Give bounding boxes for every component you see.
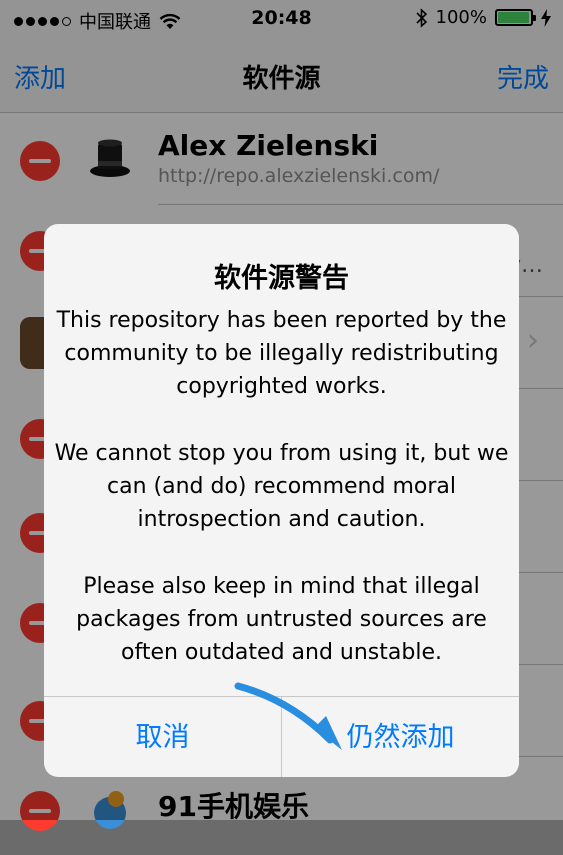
alert-message: This repository has been reported by the…: [54, 304, 509, 703]
alert-paragraph: This repository has been reported by the…: [56, 308, 507, 399]
annotation-arrow: [234, 682, 342, 750]
screen: 中国联通 20:48 100% 添加 软件源 完成 Alex Zielenski…: [0, 0, 563, 831]
alert-title: 软件源警告: [214, 263, 349, 294]
alert-paragraph: We cannot stop you from using it, but we…: [54, 441, 509, 532]
alert-paragraph: Please also keep in mind that illegal pa…: [76, 574, 487, 665]
